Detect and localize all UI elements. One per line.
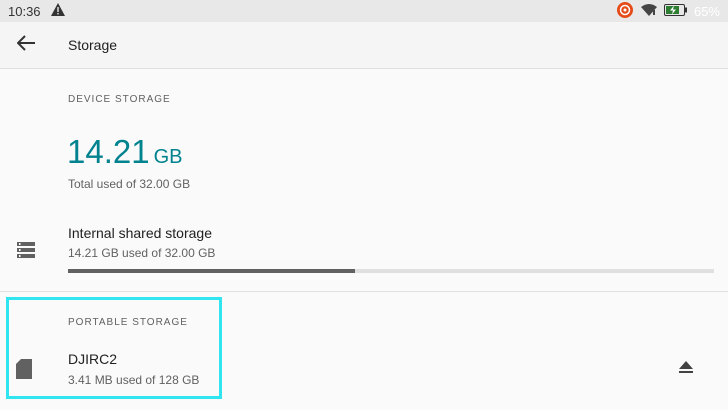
storage-list-icon: [16, 241, 36, 261]
arrow-back-icon: [16, 34, 35, 56]
internal-storage-subtitle: 14.21 GB used of 32.00 GB: [68, 246, 216, 260]
internal-storage-progress: [68, 269, 714, 273]
battery-percent: 65%: [693, 3, 720, 19]
record-icon: [616, 1, 634, 22]
alert-triangle-icon: [50, 3, 65, 19]
total-used-unit: GB: [153, 146, 183, 168]
wifi-icon: [640, 3, 658, 20]
device-storage-header: DEVICE STORAGE: [68, 94, 171, 105]
portable-storage-row[interactable]: DJIRC2 3.41 MB used of 128 GB: [0, 341, 728, 397]
total-used-summary: Total used of 32.00 GB: [68, 177, 191, 191]
app-bar: Storage: [0, 22, 728, 69]
status-bar: 10:36 65%: [0, 0, 728, 22]
eject-button[interactable]: [674, 357, 698, 381]
total-used-number: 14.21: [67, 133, 150, 170]
storage-content[interactable]: DEVICE STORAGE 14.21 GB Total used of 32.…: [0, 69, 728, 410]
total-used-value: 14.21 GB: [67, 133, 183, 171]
sd-card-icon: [16, 359, 36, 379]
status-time: 10:36: [8, 3, 41, 19]
internal-storage-progress-fill: [68, 269, 355, 273]
section-divider: [0, 291, 728, 292]
portable-storage-header: PORTABLE STORAGE: [68, 317, 188, 328]
eject-icon: [679, 360, 693, 378]
page-title: Storage: [68, 37, 118, 53]
portable-storage-title: DJIRC2: [68, 351, 118, 367]
battery-charging-icon: [663, 3, 688, 19]
internal-storage-title: Internal shared storage: [68, 225, 212, 241]
portable-storage-subtitle: 3.41 MB used of 128 GB: [68, 373, 200, 387]
back-button[interactable]: [14, 33, 38, 57]
internal-storage-row[interactable]: Internal shared storage 14.21 GB used of…: [0, 215, 728, 285]
